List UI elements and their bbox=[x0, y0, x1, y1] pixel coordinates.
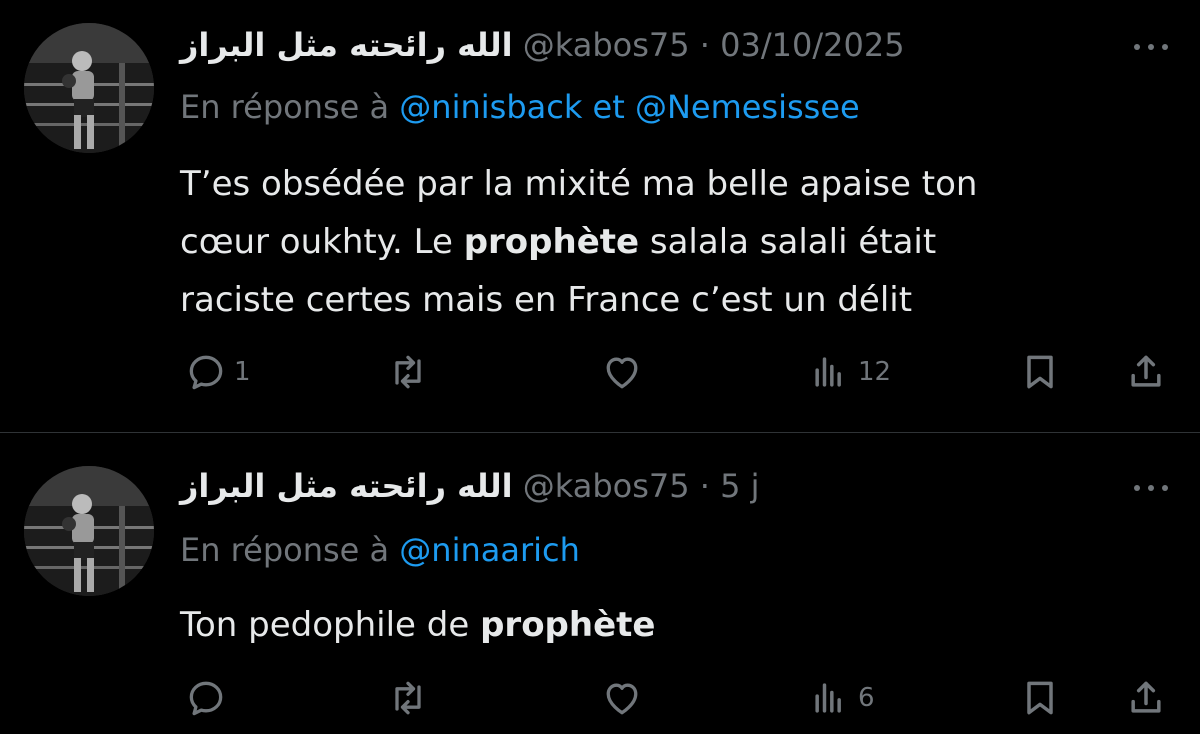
views-icon bbox=[815, 683, 841, 713]
display-name[interactable]: الله رائحته مثل البراز bbox=[180, 26, 513, 64]
tweet-text: T’es obsédée par la mixité ma belle apai… bbox=[180, 155, 1160, 329]
avatar[interactable] bbox=[24, 23, 154, 153]
tweet-text-segment: cœur oukhty. Le bbox=[180, 222, 464, 262]
like-button[interactable] bbox=[600, 673, 650, 723]
heart-icon bbox=[606, 357, 638, 389]
reply-prefix: En réponse à bbox=[180, 88, 390, 126]
heart-icon bbox=[606, 683, 638, 715]
reply-icon bbox=[189, 355, 223, 390]
bookmark-icon bbox=[1027, 681, 1053, 715]
reply-joiner[interactable]: et bbox=[593, 88, 625, 126]
reply-count: 1 bbox=[234, 357, 251, 387]
avatar-image bbox=[24, 466, 154, 596]
tweet-text-segment: salala salali était bbox=[639, 222, 937, 262]
views-button[interactable]: 6 bbox=[808, 673, 875, 723]
tweet-text: Ton pedophile de prophète bbox=[180, 596, 1160, 654]
display-name[interactable]: الله رائحته مثل البراز bbox=[180, 467, 513, 505]
reply-button[interactable]: 1 bbox=[184, 347, 251, 397]
reply-context: En réponse à @ninisback et @Nemesissee bbox=[180, 84, 860, 130]
avatar-image bbox=[24, 23, 154, 153]
reply-prefix: En réponse à bbox=[180, 531, 390, 569]
bookmark-button[interactable] bbox=[1018, 347, 1062, 397]
tweet-header: الله رائحته مثل البراز @kabos75 · 03/10/… bbox=[180, 21, 1140, 69]
view-count: 6 bbox=[858, 683, 875, 713]
bookmark-icon bbox=[1027, 355, 1053, 389]
tweet-text-line: cœur oukhty. Le prophète salala salali é… bbox=[180, 213, 1160, 271]
avatar[interactable] bbox=[24, 466, 154, 596]
tweet-text-segment: Ton pedophile de bbox=[180, 605, 481, 645]
views-button[interactable]: 12 bbox=[808, 347, 891, 397]
share-button[interactable] bbox=[1124, 673, 1168, 723]
tweet-text-line: T’es obsédée par la mixité ma belle apai… bbox=[180, 164, 978, 204]
like-button[interactable] bbox=[600, 347, 650, 397]
tweet-header: الله رائحته مثل البراز @kabos75 · 5 j bbox=[180, 462, 1140, 510]
views-icon bbox=[815, 357, 841, 387]
view-count: 12 bbox=[858, 357, 892, 387]
tweet[interactable]: الله رائحته مثل البراز @kabos75 · 5 j En… bbox=[0, 433, 1200, 734]
tweet-text-line: Ton pedophile de prophète bbox=[180, 596, 1160, 654]
retweet-icon bbox=[395, 681, 421, 715]
retweet-button[interactable] bbox=[386, 673, 436, 723]
tweet-text-line: raciste certes mais en France c’est un d… bbox=[180, 280, 913, 320]
separator: · bbox=[699, 26, 710, 64]
timestamp[interactable]: 03/10/2025 bbox=[720, 26, 904, 64]
timestamp[interactable]: 5 j bbox=[720, 467, 759, 505]
action-bar: 6 bbox=[180, 673, 1180, 723]
share-icon bbox=[1131, 681, 1161, 713]
more-icon[interactable] bbox=[1132, 477, 1172, 497]
mention-link[interactable]: @Nemesissee bbox=[635, 88, 860, 126]
reply-button[interactable] bbox=[184, 673, 234, 723]
highlighted-word: prophète bbox=[480, 605, 656, 645]
mention-link[interactable]: @ninisback bbox=[399, 88, 582, 126]
more-icon[interactable] bbox=[1132, 36, 1172, 56]
tweet[interactable]: الله رائحته مثل البراز @kabos75 · 03/10/… bbox=[0, 0, 1200, 432]
highlighted-word: prophète bbox=[463, 222, 640, 262]
share-icon bbox=[1131, 355, 1161, 387]
handle[interactable]: @kabos75 bbox=[523, 26, 690, 64]
retweet-button[interactable] bbox=[386, 347, 436, 397]
bookmark-button[interactable] bbox=[1018, 673, 1062, 723]
reply-context: En réponse à @ninaarich bbox=[180, 527, 580, 573]
share-button[interactable] bbox=[1124, 347, 1168, 397]
handle[interactable]: @kabos75 bbox=[523, 467, 690, 505]
action-bar: 1 12 bbox=[180, 347, 1180, 397]
separator: · bbox=[699, 467, 710, 505]
mention-link[interactable]: @ninaarich bbox=[399, 531, 580, 569]
retweet-icon bbox=[395, 355, 421, 389]
reply-icon bbox=[189, 681, 223, 716]
